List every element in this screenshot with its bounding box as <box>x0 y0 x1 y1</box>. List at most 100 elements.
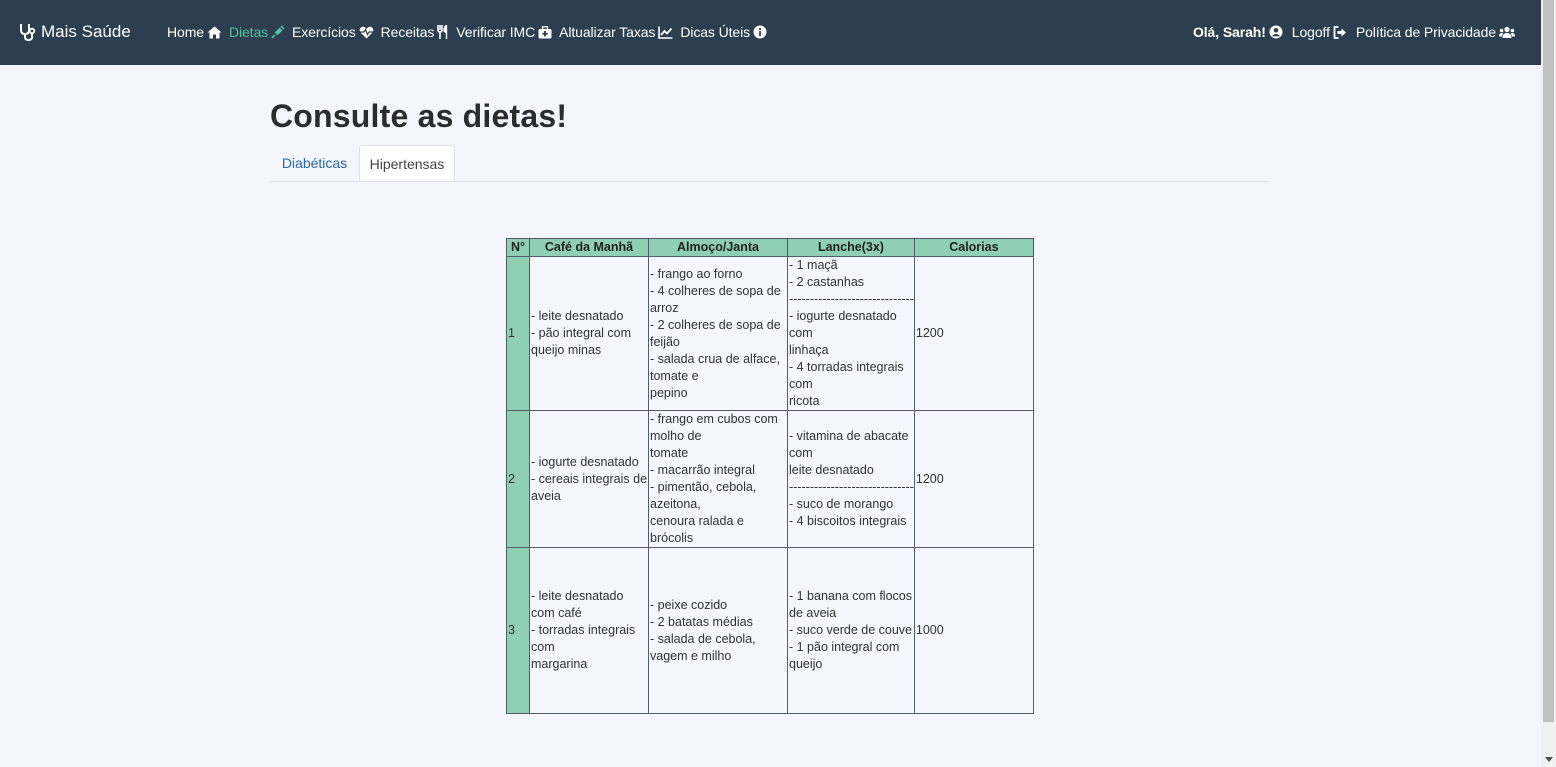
scrollbar-thumb[interactable] <box>1543 0 1554 722</box>
header-number: N° <box>506 238 530 257</box>
chart-line-icon <box>658 26 673 39</box>
header-lanche: Lanche(3x) <box>787 238 915 257</box>
almoco-janta-cell: - peixe cozido - 2 batatas médias - salada… <box>648 547 788 714</box>
row-number-cell: 1 <box>506 256 530 411</box>
cell-line: molho de <box>650 429 702 443</box>
cell-line: - leite desnatado <box>531 309 624 323</box>
cell-line: - 1 maçã <box>789 258 838 272</box>
stethoscope-icon <box>19 23 36 41</box>
scroll-down-arrow-icon[interactable] <box>1545 757 1553 762</box>
user-circle-icon <box>1269 25 1283 39</box>
utensils-icon <box>437 25 449 39</box>
page-title: Consulte as dietas! <box>270 98 568 134</box>
cell-line: cenoura ralada e <box>650 514 744 528</box>
cell-line: feijão <box>650 334 680 349</box>
tab-hipertensas[interactable]: Hipertensas <box>359 145 455 182</box>
cell-line: queijo <box>789 657 823 671</box>
cell-line: - frango ao forno <box>650 266 743 281</box>
cell-line: - 1 banana com flocos <box>789 589 912 603</box>
main-menu: Home Dietas Exercícios Receitas Verifica… <box>167 22 774 42</box>
nav-verificar-imc[interactable]: Verificar IMC <box>456 24 552 40</box>
nav-exercicios-label: Exercícios <box>292 24 356 40</box>
nav-taxas-label: Altualizar Taxas <box>559 24 656 40</box>
cell-line: queijo minas <box>531 343 602 357</box>
nav-dicas-label: Dicas Úteis <box>680 24 751 40</box>
cell-line: - suco de morango <box>789 497 894 511</box>
cell-line: com <box>789 326 813 340</box>
home-icon <box>207 26 222 39</box>
cell-line: margarina <box>531 657 588 671</box>
cell-line: - suco verde de couve <box>789 623 912 637</box>
cell-line: - salada de cebola, <box>650 631 756 646</box>
header-cafe-da-manha: Café da Manhã <box>529 238 649 257</box>
cell-line: ricota <box>789 394 820 408</box>
cell-line: - macarrão integral <box>650 463 755 477</box>
row-number-cell: 3 <box>506 547 530 714</box>
cell-line: ------------------------------ <box>789 292 914 306</box>
cell-line: pepino <box>650 385 688 400</box>
nav-exercicios[interactable]: Exercícios <box>292 24 374 40</box>
nav-dicas-uteis[interactable]: Dicas Úteis <box>680 24 767 40</box>
header-calorias: Calorias <box>913 238 1034 257</box>
calorias-cell: 1200 <box>913 256 1034 411</box>
header-almoco-janta: Almoço/Janta <box>648 238 788 257</box>
syringe-icon <box>271 25 285 39</box>
cell-line: - 2 colheres de sopa de <box>650 317 781 332</box>
sign-out-icon <box>1333 25 1347 39</box>
row-number-cell: 2 <box>506 410 530 548</box>
cell-line: brócolis <box>650 531 694 545</box>
cell-line: com café <box>531 606 582 620</box>
almoco-janta-cell: - frango ao forno - 4 colheres de sopa de… <box>648 256 788 411</box>
cell-line: com <box>789 377 813 391</box>
cell-line: - peixe cozido <box>650 597 728 612</box>
info-circle-icon <box>753 25 767 39</box>
cafe-da-manha-cell: - leite desnatado - pão integral com queij… <box>529 256 649 411</box>
cell-line: de aveia <box>789 606 837 620</box>
cell-line: - salada crua de alface, <box>650 351 780 366</box>
user-greeting[interactable]: Olá, Sarah! <box>1193 24 1283 40</box>
nav-receitas-label: Receitas <box>380 24 435 40</box>
cell-line: - 2 batatas médias <box>650 614 753 629</box>
almoco-janta-cell: - frango em cubos com molho de tomate - mac… <box>648 410 788 548</box>
heartbeat-icon <box>359 26 374 39</box>
logoff-link[interactable]: Logoff <box>1292 24 1347 40</box>
cell-line: - iogurte desnatado <box>531 454 639 469</box>
brand-link[interactable]: Mais Saúde <box>19 21 131 43</box>
medkit-icon <box>538 25 552 39</box>
logoff-label: Logoff <box>1291 24 1330 40</box>
lanche-cell: - 1 maçã - 2 castanhas -------------------… <box>787 256 915 411</box>
cell-line: - torradas integrais <box>531 623 636 637</box>
cell-line: arroz <box>650 300 679 315</box>
vertical-scrollbar[interactable] <box>1541 0 1556 767</box>
tab-diabeticas[interactable]: Diabéticas <box>270 145 359 181</box>
nav-dietas-label: Dietas <box>228 24 269 40</box>
table-row: 2- iogurte desnatado - cereais integrais … <box>506 410 1034 548</box>
cell-line: - 4 biscoitos integrais <box>789 514 907 528</box>
cell-line: - 1 pão integral com <box>789 640 900 654</box>
tabs-divider <box>270 181 1269 182</box>
cell-line: ------------------------------ <box>789 480 914 494</box>
cell-line: - 4 colheres de sopa de <box>650 283 781 298</box>
privacy-policy-link[interactable]: Política de Privacidade <box>1356 24 1515 40</box>
cafe-da-manha-cell: - leite desnatado com café - torradas inte… <box>529 547 649 714</box>
cell-line: linhaça <box>789 343 829 357</box>
nav-home[interactable]: Home <box>167 24 222 40</box>
nav-receitas[interactable]: Receitas <box>381 24 450 40</box>
lanche-cell: - vitamina de abacate com leite desnatado -… <box>787 410 915 548</box>
cell-line: tomate <box>650 446 689 460</box>
cell-line: - frango em cubos com <box>650 412 778 426</box>
calorias-cell: 1000 <box>913 547 1034 714</box>
cell-line: - pimentão, cebola, <box>650 480 757 494</box>
greeting-label: Olá, Sarah! <box>1192 24 1266 40</box>
cell-line: - 2 castanhas <box>789 275 865 289</box>
nav-dietas[interactable]: Dietas <box>229 24 285 40</box>
nav-imc-label: Verificar IMC <box>456 24 536 40</box>
cell-line: - iogurte desnatado <box>789 309 897 323</box>
table-row: 3- leite desnatado com café - torradas int… <box>506 547 1034 714</box>
cell-line: - vitamina de abacate <box>789 429 909 443</box>
users-icon <box>1499 26 1515 39</box>
cell-line: - leite desnatado <box>531 589 624 603</box>
cell-line: - cereais integrais de <box>531 471 648 486</box>
lanche-cell: - 1 banana com flocos de aveia - suco verd… <box>787 547 915 714</box>
nav-atualizar-taxas[interactable]: Altualizar Taxas <box>559 24 673 40</box>
